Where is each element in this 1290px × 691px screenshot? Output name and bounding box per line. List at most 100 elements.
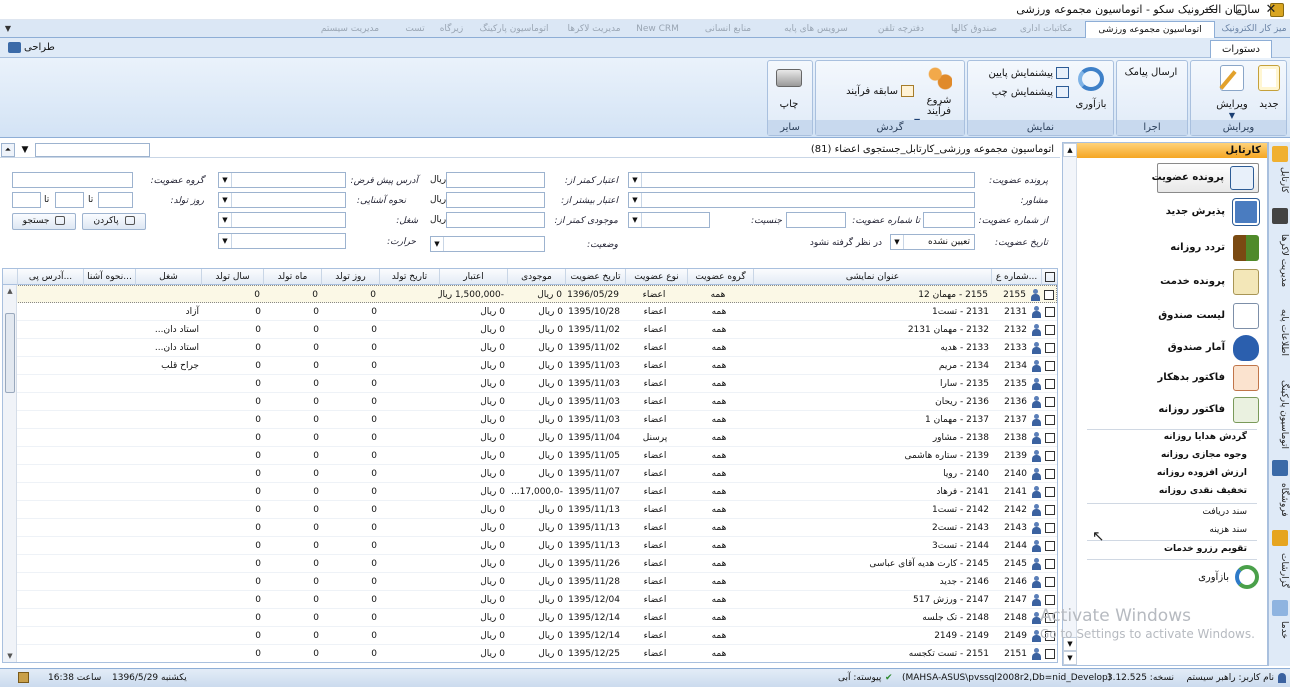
col-group[interactable]: گروه عضویت	[687, 269, 753, 285]
scroll-up-icon[interactable]: ▲	[3, 285, 17, 297]
process-history-button[interactable]: سابقه فرآیند	[846, 85, 914, 101]
scroll-up-icon[interactable]: ▲	[1063, 143, 1077, 157]
table-row[interactable]: 2135 2135 - سارا همه اعضاء 1395/11/03 0 ریال 0…	[3, 375, 1057, 393]
nav-gift-turnover[interactable]: گردش هدایا روزانه	[1164, 429, 1247, 445]
vtab-lockers[interactable]: مدیریت لاکرها	[1271, 228, 1289, 294]
nav-membership-file[interactable]: پرونده عضویت	[1152, 163, 1259, 193]
table-row[interactable]: 2139 2139 - ستاره هاشمی همه اعضاء 1395/11/05…	[3, 447, 1057, 465]
row-checkbox[interactable]	[1045, 361, 1055, 371]
tab-zirgah[interactable]: زیرگاه	[435, 21, 468, 38]
print-button[interactable]: چاپ	[772, 65, 806, 115]
tab-correspondence[interactable]: مکاتبات اداری	[1010, 21, 1082, 38]
tab-test[interactable]: تست	[398, 21, 432, 38]
row-checkbox[interactable]	[1045, 541, 1055, 551]
scroll-down-icon[interactable]: ▼	[3, 650, 17, 662]
table-row[interactable]: 2145 2145 - کارت هدیه آقای عباسی همه اعضاء 1…	[3, 555, 1057, 573]
table-row[interactable]: 2146 2146 - جدید همه اعضاء 1395/11/28 0 ریال 0…	[3, 573, 1057, 591]
send-sms-button[interactable]: ارسال پیامک	[1121, 67, 1181, 83]
table-scrollbar[interactable]: ▲ ▼	[3, 285, 17, 662]
scroll-down-icon[interactable]: ▼	[1063, 651, 1077, 665]
clear-button[interactable]: پاکردن	[82, 213, 146, 230]
nav-refresh[interactable]: بازآوری	[1189, 565, 1259, 593]
tab-parking[interactable]: اتوماسیون پارکینگ	[470, 21, 558, 38]
status-dropdown[interactable]: ▼	[430, 236, 545, 252]
vtab-store[interactable]: فروشگاه	[1271, 478, 1289, 522]
tab-sports-automation[interactable]: اتوماسیون مجموعه ورزشی	[1085, 21, 1215, 38]
to-member-no-input[interactable]	[786, 212, 846, 228]
row-checkbox[interactable]	[1045, 487, 1055, 497]
table-row[interactable]: 2134 2134 - مریم همه اعضاء 1395/11/03 0 ریال 0…	[3, 357, 1057, 375]
row-checkbox[interactable]	[1045, 559, 1055, 569]
nav-service-file[interactable]: پرونده خدمت	[1157, 269, 1259, 297]
table-row[interactable]: 2137 2137 - مهمان 1 همه اعضاء 1395/11/03 0 ری…	[3, 411, 1057, 429]
table-row[interactable]: 2131 2131 - تست1 همه اعضاء 1395/10/28 0 ریال 0…	[3, 303, 1057, 321]
credit-min-input[interactable]	[446, 172, 545, 188]
membership-file-dropdown[interactable]: ▼	[628, 172, 975, 188]
preview-bottom-button[interactable]: پیشنمایش پایین	[988, 67, 1069, 83]
tab-inbox[interactable]: صندوق کالها	[940, 21, 1008, 38]
row-checkbox[interactable]	[1045, 433, 1055, 443]
table-row[interactable]: 2151 2151 - تست تکجسه همه اعضاء 1395/12/25 0 …	[3, 645, 1057, 662]
member-group-input[interactable]	[12, 172, 133, 188]
nav-cash-stats[interactable]: آمار صندوق	[1157, 335, 1259, 363]
row-checkbox[interactable]	[1045, 649, 1055, 659]
col-bmonth[interactable]: ماه تولد	[263, 269, 321, 285]
col-no[interactable]: شماره ع...	[991, 269, 1041, 285]
start-process-button[interactable]: شروع فرآیند ▼	[914, 65, 958, 126]
from-member-no-input[interactable]	[923, 212, 975, 228]
vtab-parking[interactable]: اتوماسیون پارکینگ	[1271, 374, 1289, 454]
panel-scrollbar[interactable]: ▲ ▼ ▼	[1063, 143, 1077, 665]
nav-expense-doc[interactable]: سند هزینه	[1209, 522, 1247, 538]
table-row[interactable]: 2141 2141 - فرهاد همه اعضاء 1395/11/07 -17,00…	[3, 483, 1057, 501]
nav-reservation-calendar[interactable]: تقویم رزرو خدمات	[1164, 541, 1247, 557]
nav-value-added[interactable]: ارزش افزوده روزانه	[1157, 465, 1247, 481]
col-acq[interactable]: نحوه آشنا...	[83, 269, 135, 285]
tabs-dropdown-icon[interactable]: ▼	[2, 20, 14, 38]
quick-search-input[interactable]	[35, 143, 150, 157]
minimize-button[interactable]: —	[1196, 0, 1226, 20]
table-row[interactable]: 2140 2140 - رویا همه اعضاء 1395/11/07 0 ریال 0…	[3, 465, 1057, 483]
filter-icon[interactable]: ▼	[17, 143, 33, 157]
row-checkbox[interactable]	[1045, 343, 1055, 353]
table-row[interactable]: 2133 2133 - هدیه همه اعضاء 1395/11/02 0 ریال 0…	[3, 339, 1057, 357]
table-row[interactable]: 2132 2132 - مهمان 2131 همه اعضاء 1395/11/02 0…	[3, 321, 1057, 339]
row-checkbox[interactable]	[1045, 415, 1055, 425]
nav-daily-invoice[interactable]: فاکتور روزانه	[1147, 397, 1259, 425]
preview-left-button[interactable]: پیشنمایش چپ	[992, 86, 1069, 102]
row-checkbox[interactable]	[1045, 469, 1055, 479]
nav-daily-traffic[interactable]: تردد روزانه	[1157, 235, 1259, 263]
table-row[interactable]: 2149 2149 - 2149 همه اعضاء 1395/12/14 0 ریال 0…	[3, 627, 1057, 645]
col-type[interactable]: نوع عضویت	[625, 269, 687, 285]
table-row[interactable]: 2138 2138 - مشاور همه پرسنل 1395/11/04 0 ریال…	[3, 429, 1057, 447]
birth-month-input[interactable]	[55, 192, 84, 208]
nav-virtual-funds[interactable]: وجوه مجازی روزانه	[1161, 447, 1247, 463]
tab-system-admin[interactable]: مدیریت سیستم	[305, 21, 395, 38]
credit-max-input[interactable]	[446, 192, 545, 208]
table-row[interactable]: 2142 2142 - تست1 همه اعضاء 1395/11/13 0 ریال 0…	[3, 501, 1057, 519]
tab-hr[interactable]: منابع انسانی	[688, 21, 768, 38]
row-checkbox[interactable]	[1045, 595, 1055, 605]
row-checkbox[interactable]	[1045, 397, 1055, 407]
table-row[interactable]: 2155 2155 - مهمان 12 همه اعضاء 1396/05/29 0 ر…	[3, 285, 1057, 303]
default-address-dropdown[interactable]: ▼	[218, 172, 346, 188]
close-button[interactable]: ✕	[1256, 0, 1286, 20]
vtab-cartable[interactable]: کارتابل	[1271, 164, 1289, 196]
col-byear[interactable]: سال تولد	[201, 269, 263, 285]
temperature-dropdown[interactable]: ▼	[218, 233, 346, 249]
scroll-thumb[interactable]	[5, 313, 15, 393]
table-row[interactable]: 2148 2148 - تک جلسه همه اعضاء 1395/12/14 0 ری…	[3, 609, 1057, 627]
row-checkbox[interactable]	[1045, 577, 1055, 587]
tab-new-crm[interactable]: New CRM	[630, 21, 685, 38]
row-checkbox[interactable]	[1045, 325, 1055, 335]
nav-receipt-doc[interactable]: سند دریافت	[1202, 504, 1247, 520]
tab-phonebook[interactable]: دفترچه تلفن	[865, 21, 937, 38]
tab-e-desk[interactable]: میز کار الکترونیک	[1218, 21, 1290, 38]
table-row[interactable]: 2136 2136 - ریحان همه اعضاء 1395/11/03 0 ریال…	[3, 393, 1057, 411]
col-job[interactable]: شغل	[135, 269, 201, 285]
row-checkbox[interactable]	[1045, 451, 1055, 461]
row-checkbox[interactable]	[1045, 379, 1055, 389]
birth-day-from-input[interactable]	[98, 192, 133, 208]
search-button[interactable]: جستجو	[12, 213, 76, 230]
table-row[interactable]: 2147 2147 - ورزش 517 همه اعضاء 1395/12/04 0 ر…	[3, 591, 1057, 609]
birth-day-to-input[interactable]	[12, 192, 41, 208]
